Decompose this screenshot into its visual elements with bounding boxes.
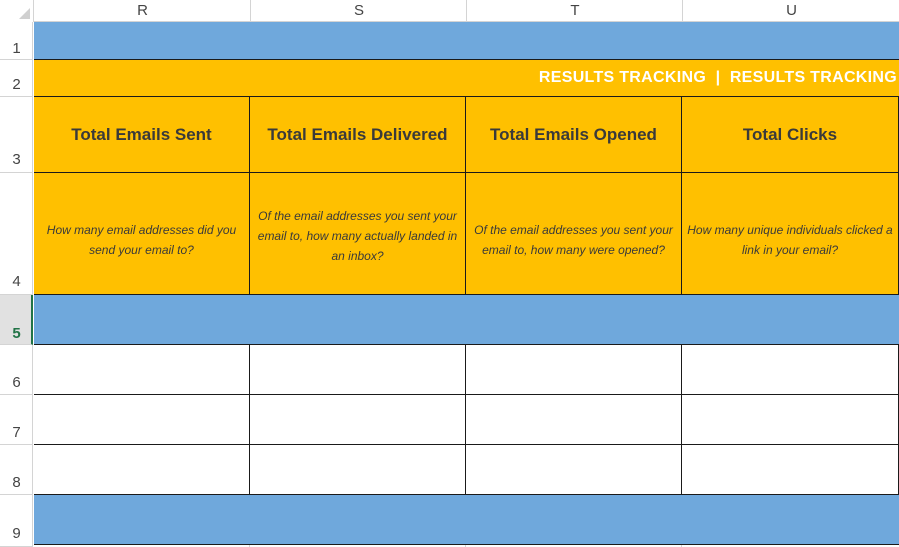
metric-description: How many email addresses did you send yo… xyxy=(46,222,237,257)
row-number: 1 xyxy=(12,40,21,57)
header-cell-total-clicks[interactable]: Total Clicks xyxy=(682,97,899,173)
description-cell-total-emails-sent[interactable]: How many email addresses did you send yo… xyxy=(34,173,250,295)
row-header-3[interactable]: 3 xyxy=(0,97,33,173)
row-number: 8 xyxy=(12,474,21,491)
metric-description: Of the email addresses you sent your ema… xyxy=(257,208,458,263)
column-header-r[interactable]: R xyxy=(33,0,251,22)
data-cell-s6[interactable] xyxy=(250,345,466,395)
row-header-8[interactable]: 8 xyxy=(0,445,33,495)
select-all-corner[interactable] xyxy=(0,0,34,22)
row-number: 7 xyxy=(12,424,21,441)
data-cell-r7[interactable] xyxy=(34,395,250,445)
metric-title: Total Clicks xyxy=(742,124,838,144)
data-cell-s7[interactable] xyxy=(250,395,466,445)
column-header-u[interactable]: U xyxy=(682,0,899,22)
description-cell-total-emails-delivered[interactable]: Of the email addresses you sent your ema… xyxy=(250,173,466,295)
row-number: 9 xyxy=(12,525,21,542)
row-header-5[interactable]: 5 xyxy=(0,295,33,345)
metric-title: Total Emails Delivered xyxy=(267,124,448,144)
data-cell-s8[interactable] xyxy=(250,445,466,495)
banner-title: RESULTS TRACKING | RESULTS TRACKING xyxy=(538,69,897,86)
data-cell-r8[interactable] xyxy=(34,445,250,495)
data-cell-u7[interactable] xyxy=(682,395,899,445)
column-header-t[interactable]: T xyxy=(466,0,683,22)
data-cell-u6[interactable] xyxy=(682,345,899,395)
row-number: 4 xyxy=(12,273,21,290)
row-header-6[interactable]: 6 xyxy=(0,345,33,395)
row-number: 2 xyxy=(12,76,21,93)
row-5-band[interactable] xyxy=(34,295,899,345)
metric-title: Total Emails Sent xyxy=(71,124,212,144)
header-cell-total-emails-opened[interactable]: Total Emails Opened xyxy=(466,97,682,173)
row-number: 6 xyxy=(12,374,21,391)
results-tracking-banner[interactable]: RESULTS TRACKING | RESULTS TRACKING xyxy=(34,60,899,97)
metric-title: Total Emails Opened xyxy=(490,124,657,144)
row-number: 3 xyxy=(12,151,21,168)
data-cell-t7[interactable] xyxy=(466,395,682,445)
row-header-1[interactable]: 1 xyxy=(0,22,33,60)
data-cell-t8[interactable] xyxy=(466,445,682,495)
select-all-triangle-icon xyxy=(19,8,30,19)
description-cell-total-emails-opened[interactable]: Of the email addresses you sent your ema… xyxy=(466,173,682,295)
data-cell-t6[interactable] xyxy=(466,345,682,395)
description-cell-total-clicks[interactable]: How many unique individuals clicked a li… xyxy=(682,173,899,295)
row-9-band[interactable] xyxy=(34,495,899,545)
column-header-s[interactable]: S xyxy=(250,0,467,22)
metric-description: How many unique individuals clicked a li… xyxy=(687,222,893,257)
row-header-7[interactable]: 7 xyxy=(0,395,33,445)
column-header-bar: R S T U xyxy=(0,0,899,22)
header-cell-total-emails-delivered[interactable]: Total Emails Delivered xyxy=(250,97,466,173)
row-header-2[interactable]: 2 xyxy=(0,60,33,97)
metric-description: Of the email addresses you sent your ema… xyxy=(474,222,673,257)
data-cell-u8[interactable] xyxy=(682,445,899,495)
row-header-4[interactable]: 4 xyxy=(0,173,33,295)
row-number: 5 xyxy=(12,325,21,342)
row-1-band[interactable] xyxy=(34,22,899,60)
data-cell-r6[interactable] xyxy=(34,345,250,395)
row-header-9[interactable]: 9 xyxy=(0,495,33,547)
header-cell-total-emails-sent[interactable]: Total Emails Sent xyxy=(34,97,250,173)
